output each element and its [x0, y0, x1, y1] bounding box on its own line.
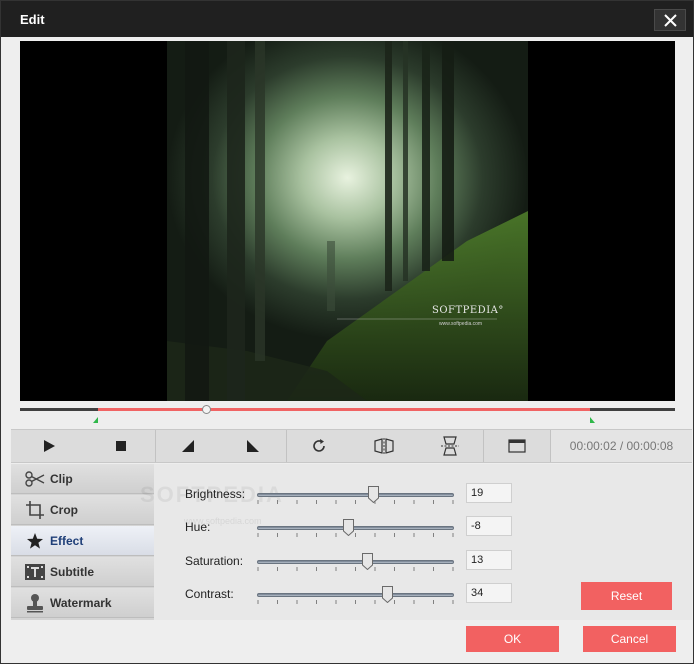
close-icon: [664, 14, 677, 27]
crop-icon: [22, 499, 48, 521]
flip-horizontal-icon: [374, 438, 394, 454]
hue-slider-ticks: [257, 533, 454, 537]
saturation-label: Saturation:: [185, 554, 244, 568]
reset-button[interactable]: Reset: [581, 582, 672, 610]
brightness-slider-ticks: [257, 500, 454, 504]
stop-button[interactable]: [87, 430, 155, 462]
tab-label: Subtitle: [50, 564, 94, 579]
saturation-slider[interactable]: [257, 553, 454, 571]
play-icon: [44, 440, 55, 452]
tab-label: Crop: [50, 502, 78, 517]
title-bar: Edit: [1, 1, 693, 37]
saturation-slider-track[interactable]: [257, 560, 454, 564]
cancel-button[interactable]: Cancel: [583, 626, 676, 652]
timeline[interactable]: [20, 405, 675, 425]
tab-label: Watermark: [50, 595, 112, 610]
hue-value[interactable]: -8: [466, 516, 512, 536]
tab-label: Clip: [50, 471, 73, 486]
timeline-playhead[interactable]: [202, 405, 211, 414]
play-button[interactable]: [11, 430, 87, 462]
clip-end-marker[interactable]: [590, 417, 595, 423]
hue-slider-track[interactable]: [257, 526, 454, 530]
rotate-left-wedge-icon: [182, 440, 194, 452]
rotate-right-wedge-icon: [247, 440, 259, 452]
hue-label: Hue:: [185, 520, 211, 534]
saturation-value[interactable]: 13: [466, 550, 512, 570]
tab-label: Effect: [50, 533, 84, 548]
edit-window: Edit SOFTPEDIA° www.softpedia.com 00:00:…: [0, 0, 694, 664]
scissors-icon: [22, 468, 48, 490]
flip-vertical-icon: [441, 436, 459, 456]
brightness-label: Brightness:: [185, 487, 246, 501]
rotate-clockwise-icon: [313, 439, 325, 452]
edit-toolbar: 00:00:02 / 00:00:08: [11, 429, 692, 463]
forest-scene: [167, 41, 528, 401]
close-button[interactable]: [654, 9, 686, 31]
tab-subtitle[interactable]: Subtitle: [11, 557, 154, 587]
video-frame: SOFTPEDIA° www.softpedia.com: [167, 41, 528, 401]
tab-watermark[interactable]: Watermark: [11, 588, 154, 618]
ok-button[interactable]: OK: [466, 626, 559, 652]
stamp-icon: [22, 592, 48, 614]
contrast-value[interactable]: 34: [466, 583, 512, 603]
stop-icon: [116, 441, 126, 451]
preview-watermark: SOFTPEDIA°: [432, 305, 504, 316]
saturation-slider-ticks: [257, 567, 454, 571]
saturation-slider-thumb[interactable]: [362, 553, 373, 570]
time-display: 00:00:02 / 00:00:08: [550, 430, 692, 462]
brightness-slider[interactable]: [257, 486, 454, 504]
video-preview: SOFTPEDIA° www.softpedia.com: [20, 41, 675, 401]
aspect-window-icon: [508, 439, 526, 453]
contrast-slider-track[interactable]: [257, 593, 454, 597]
hue-slider[interactable]: [257, 519, 454, 537]
tab-effect[interactable]: Effect: [11, 526, 154, 556]
rotate-left-button[interactable]: [156, 430, 220, 462]
preview-watermark-url: www.softpedia.com: [439, 321, 483, 327]
brightness-slider-thumb[interactable]: [368, 486, 379, 503]
star-icon: [22, 530, 48, 552]
contrast-slider-thumb[interactable]: [382, 586, 393, 603]
flip-horizontal-button[interactable]: [351, 430, 417, 462]
window-title: Edit: [20, 12, 45, 27]
contrast-label: Contrast:: [185, 587, 234, 601]
timeline-selected-range: [98, 408, 590, 411]
brightness-slider-track[interactable]: [257, 493, 454, 497]
rotate-clockwise-button[interactable]: [287, 430, 351, 462]
tab-crop[interactable]: Crop: [11, 495, 154, 525]
subtitle-icon: [22, 561, 48, 583]
contrast-slider[interactable]: [257, 586, 454, 604]
clip-start-marker[interactable]: [93, 417, 98, 423]
rotate-right-button[interactable]: [220, 430, 286, 462]
brightness-value[interactable]: 19: [466, 483, 512, 503]
aspect-ratio-button[interactable]: [484, 430, 550, 462]
tab-clip[interactable]: Clip: [11, 464, 154, 494]
hue-slider-thumb[interactable]: [343, 519, 354, 536]
flip-vertical-button[interactable]: [417, 430, 483, 462]
edit-tabs: Clip Crop Effect Subtitle Watermark: [11, 464, 154, 620]
contrast-slider-ticks: [257, 600, 454, 604]
